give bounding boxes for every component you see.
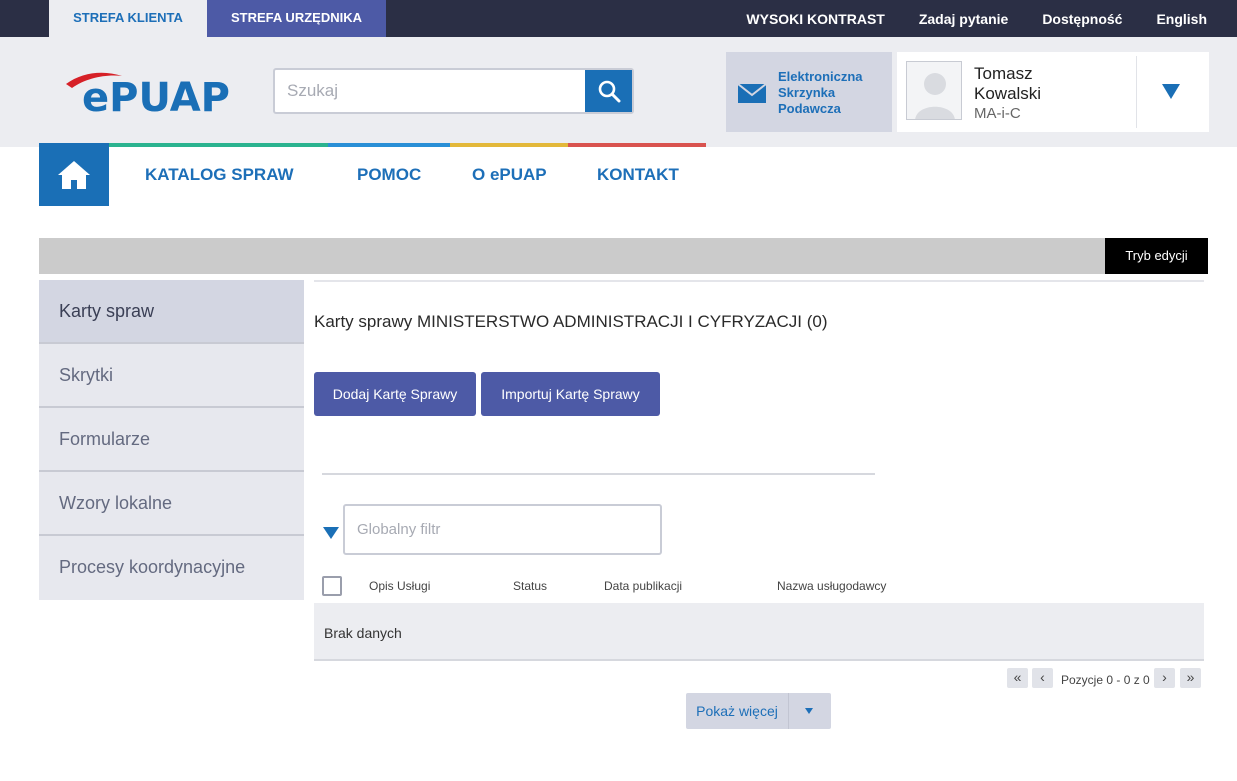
- column-header-uslugodawca[interactable]: Nazwa usługodawcy: [777, 579, 886, 593]
- tab-strefa-urzednika[interactable]: STREFA URZĘDNIKA: [207, 0, 386, 37]
- show-more-button[interactable]: Pokaż więcej: [686, 693, 788, 729]
- search-icon: [598, 80, 620, 103]
- column-header-data[interactable]: Data publikacji: [604, 579, 682, 593]
- search-input[interactable]: [275, 70, 575, 112]
- column-header-opis[interactable]: Opis Usługi: [369, 579, 430, 593]
- link-english[interactable]: English: [1156, 11, 1207, 27]
- nav-color-bar-blue: [328, 143, 450, 147]
- chevron-down-icon[interactable]: [805, 708, 813, 714]
- top-bar: STREFA KLIENTA STREFA URZĘDNIKA WYSOKI K…: [0, 0, 1237, 37]
- filter-toggle-icon[interactable]: [323, 527, 339, 539]
- sidebar: Karty spraw Skrytki Formularze Wzory lok…: [39, 280, 304, 600]
- select-all-checkbox[interactable]: [322, 576, 342, 596]
- link-high-contrast[interactable]: WYSOKI KONTRAST: [746, 11, 884, 27]
- pager-prev-button[interactable]: ‹: [1032, 668, 1053, 688]
- header: ePUAP Elektroniczna Skrzynka Podawcza To…: [0, 37, 1237, 147]
- user-menu-dropdown-icon[interactable]: [1162, 84, 1180, 99]
- user-silhouette-icon: [915, 73, 955, 119]
- sidebar-item-karty-spraw[interactable]: Karty spraw: [39, 280, 304, 344]
- main-nav: KATALOG SPRAW POMOC O ePUAP KONTAKT: [0, 143, 1237, 207]
- content-divider: [322, 473, 875, 475]
- top-links: WYSOKI KONTRAST Zadaj pytanie Dostępność…: [712, 0, 1207, 37]
- no-data-row: Brak danych: [314, 603, 1204, 661]
- show-more-split-button: Pokaż więcej: [686, 693, 831, 729]
- import-karta-button[interactable]: Importuj Kartę Sprawy: [481, 372, 660, 416]
- column-header-status[interactable]: Status: [513, 579, 547, 593]
- sidebar-item-formularze[interactable]: Formularze: [39, 408, 304, 472]
- nav-color-bar-red: [568, 143, 706, 147]
- eskrzynka-label: Elektroniczna Skrzynka Podawcza: [778, 69, 863, 116]
- nav-katalog-spraw[interactable]: KATALOG SPRAW: [145, 165, 294, 185]
- user-org: MA-i-C: [974, 105, 1021, 122]
- nav-o-epuap[interactable]: O ePUAP: [472, 165, 547, 185]
- search-button[interactable]: [585, 70, 632, 112]
- envelope-icon: [738, 84, 766, 103]
- page-title: Karty sprawy MINISTERSTWO ADMINISTRACJI …: [314, 312, 828, 331]
- pager-next-button[interactable]: ›: [1154, 668, 1175, 688]
- global-filter-input[interactable]: [345, 506, 645, 553]
- home-icon: [58, 160, 90, 189]
- epuap-logo[interactable]: ePUAP: [64, 70, 244, 121]
- add-karta-button[interactable]: Dodaj Kartę Sprawy: [314, 372, 476, 416]
- user-last-name: Kowalski: [974, 84, 1042, 103]
- tab-strefa-klienta[interactable]: STREFA KLIENTA: [49, 0, 207, 37]
- show-more-divider: [788, 693, 789, 729]
- pager-first-button[interactable]: «: [1007, 668, 1028, 688]
- sidebar-item-skrytki[interactable]: Skrytki: [39, 344, 304, 408]
- pager-positions: Pozycje 0 - 0 z 0: [1061, 673, 1150, 687]
- sidebar-item-wzory-lokalne[interactable]: Wzory lokalne: [39, 472, 304, 536]
- tryb-edycji-button[interactable]: Tryb edycji: [1105, 238, 1208, 274]
- link-ask-question[interactable]: Zadaj pytanie: [919, 11, 1008, 27]
- nav-color-bar-yellow: [450, 143, 568, 147]
- global-filter-box: [343, 504, 662, 555]
- main-top-line: [314, 280, 1204, 282]
- nav-pomoc[interactable]: POMOC: [357, 165, 421, 185]
- home-button[interactable]: [39, 143, 109, 206]
- eskrzynka-button[interactable]: Elektroniczna Skrzynka Podawcza: [726, 52, 892, 132]
- nav-color-bar-teal: [109, 143, 328, 147]
- edit-bar: Tryb edycji: [39, 238, 1208, 274]
- avatar: [906, 61, 962, 120]
- nav-kontakt[interactable]: KONTAKT: [597, 165, 679, 185]
- user-first-name: Tomasz: [974, 64, 1033, 83]
- user-box[interactable]: Tomasz Kowalski MA-i-C: [897, 52, 1209, 132]
- user-box-divider: [1136, 56, 1137, 128]
- link-accessibility[interactable]: Dostępność: [1042, 11, 1122, 27]
- search-box: [273, 68, 634, 114]
- logo-text: ePUAP: [82, 75, 230, 116]
- pager-last-button[interactable]: »: [1180, 668, 1201, 688]
- sidebar-item-procesy-koordynacyjne[interactable]: Procesy koordynacyjne: [39, 536, 304, 600]
